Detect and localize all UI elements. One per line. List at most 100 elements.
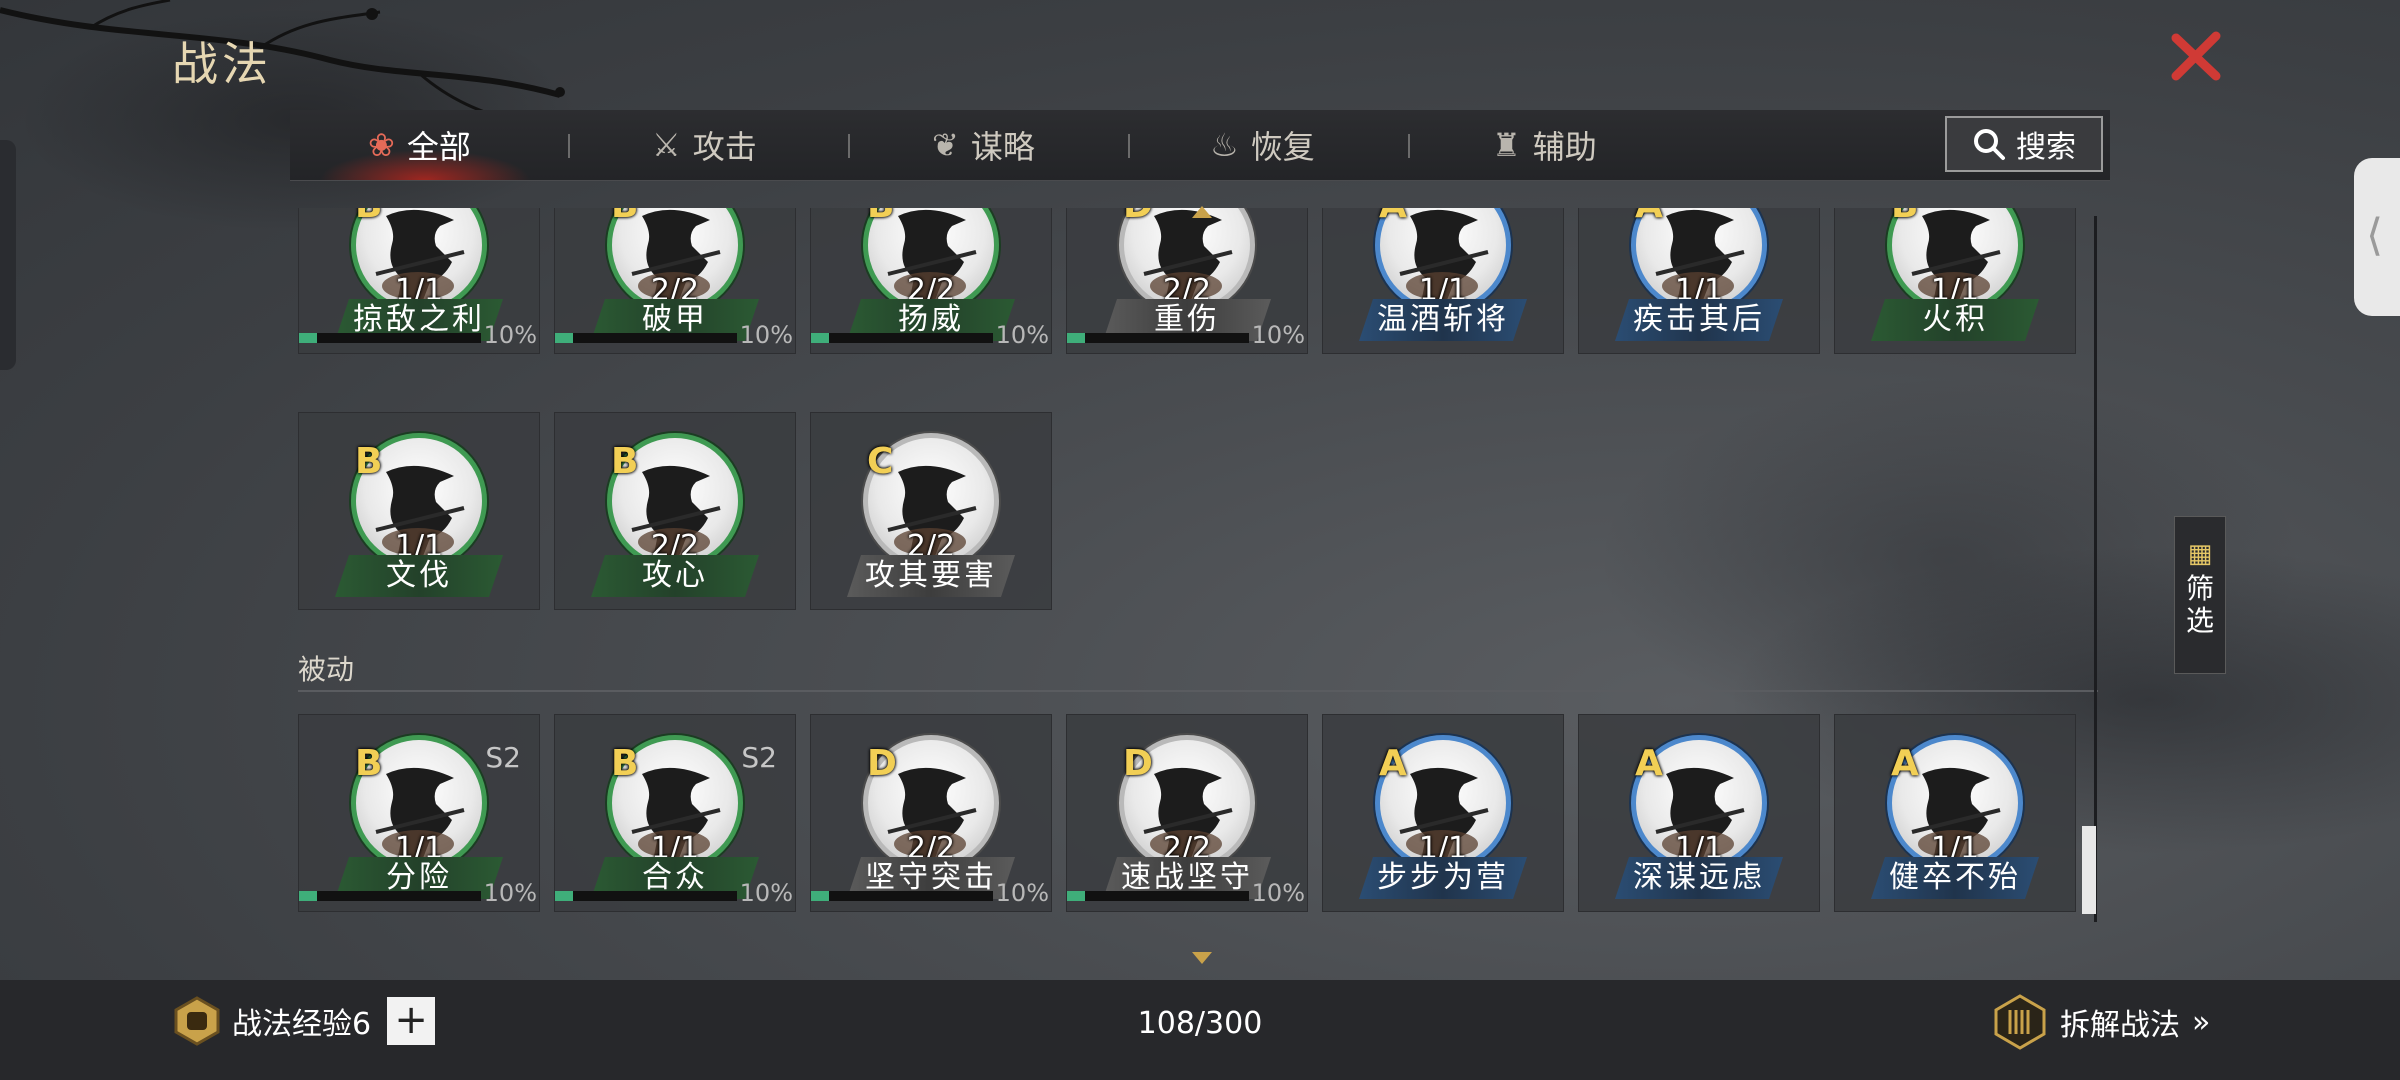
tab-recovery[interactable]: ♨ 恢复: [1210, 110, 1315, 180]
progress-percent: 10%: [1251, 879, 1305, 907]
grade-badge: D: [867, 743, 897, 784]
progress-bar: [811, 333, 993, 343]
tab-label: 辅助: [1532, 128, 1597, 166]
filter-button[interactable]: ▦ 筛选: [2174, 516, 2226, 674]
tab-divider: [568, 134, 570, 158]
feather-fan-icon: ❦: [932, 126, 959, 164]
season-tag: S2: [485, 741, 521, 774]
grade-badge: A: [1635, 208, 1663, 226]
search-button[interactable]: 搜索: [1945, 116, 2103, 172]
tab-divider: [1408, 134, 1410, 158]
tactic-card[interactable]: C 2/2 攻其要害: [810, 412, 1052, 610]
left-edge-handle: [0, 140, 16, 370]
progress-fill: [299, 333, 318, 343]
tab-label: 攻击: [692, 128, 757, 166]
pouch-icon: ♜: [1492, 126, 1521, 164]
filter-label: 筛选: [2185, 572, 2214, 637]
scroll-dismantle-icon: [1994, 994, 2046, 1050]
grade-badge: A: [1635, 743, 1663, 784]
progress-bar: [811, 891, 993, 901]
tactic-name: 火积: [1871, 299, 2039, 341]
progress-percent: 10%: [739, 879, 793, 907]
tab-all[interactable]: ❀ 全部: [368, 110, 471, 180]
tactic-card[interactable]: A 1/1 健卒不殆: [1834, 714, 2076, 912]
progress-bar: [299, 333, 481, 343]
tab-strategy[interactable]: ❦ 谋略: [932, 110, 1035, 180]
progress-percent: 10%: [995, 321, 1049, 349]
tab-divider: [1128, 134, 1130, 158]
tab-label: 全部: [406, 128, 471, 166]
progress-bar: [555, 891, 737, 901]
tactic-card[interactable]: D2/2重伤10%: [1066, 208, 1308, 354]
progress-bar: [1067, 333, 1249, 343]
progress-fill: [555, 891, 574, 901]
tab-label: 恢复: [1250, 128, 1315, 166]
tactic-name: 步步为营: [1359, 857, 1527, 899]
section-label-passive: 被动: [298, 653, 355, 686]
double-chevron-right-icon: »: [2192, 1004, 2211, 1040]
page-title: 战法: [172, 37, 272, 91]
grade-badge: B: [355, 743, 383, 784]
scrollbar-thumb[interactable]: [2082, 826, 2096, 914]
tactic-name: 攻其要害: [847, 555, 1015, 597]
dismantle-label: 拆解战法: [2060, 1008, 2180, 1043]
tactic-card[interactable]: B 2/2 攻心: [554, 412, 796, 610]
tactic-card[interactable]: B1/1火积: [1834, 208, 2076, 354]
tactic-card[interactable]: A1/1温酒斩将: [1322, 208, 1564, 354]
search-label: 搜索: [2016, 130, 2076, 165]
progress-percent: 10%: [483, 321, 537, 349]
tactic-card[interactable]: B2/2扬威10%: [810, 208, 1052, 354]
tactic-card[interactable]: A1/1疾击其后: [1578, 208, 1820, 354]
grade-badge: A: [1379, 743, 1407, 784]
dismantle-tactics-button[interactable]: 拆解战法 »: [1992, 994, 2210, 1050]
tactic-card[interactable]: B2/2破甲10%: [554, 208, 796, 354]
tactic-card[interactable]: B S2 1/1 分险 10%: [298, 714, 540, 912]
progress-fill: [811, 333, 830, 343]
grade-badge: B: [611, 208, 638, 226]
bottom-bar: 战法经验6 + 108/300 拆解战法 »: [0, 980, 2400, 1080]
tactic-name: 深谋远虑: [1615, 857, 1783, 899]
tactic-name: 温酒斩将: [1359, 299, 1527, 341]
tactic-card[interactable]: B 1/1 文伐: [298, 412, 540, 610]
progress-percent: 10%: [995, 879, 1049, 907]
side-drawer-handle[interactable]: ⟨: [2354, 158, 2400, 316]
progress-bar: [299, 891, 481, 901]
grade-badge: B: [611, 743, 639, 784]
tactic-name: 疾击其后: [1615, 299, 1783, 341]
grade-badge: B: [1891, 208, 1918, 226]
tab-attack[interactable]: ⚔ 攻击: [652, 110, 757, 180]
scrollbar-track[interactable]: [2094, 216, 2097, 922]
progress-percent: 10%: [483, 879, 537, 907]
healing-pot-icon: ♨: [1210, 126, 1239, 164]
progress-fill: [299, 891, 318, 901]
progress-fill: [1067, 891, 1086, 901]
grade-badge: B: [867, 208, 894, 226]
tab-support[interactable]: ♜ 辅助: [1492, 110, 1597, 180]
progress-fill: [555, 333, 574, 343]
grade-badge: D: [1123, 208, 1153, 226]
search-icon: [1974, 129, 2005, 160]
grid-filter-icon: ▦: [2187, 539, 2213, 569]
tactic-card[interactable]: A 1/1 深谋远虑: [1578, 714, 1820, 912]
chevron-left-icon: ⟨: [2366, 210, 2384, 261]
progress-percent: 10%: [739, 321, 793, 349]
tactic-card[interactable]: A 1/1 步步为营: [1322, 714, 1564, 912]
tactic-card[interactable]: D 2/2 速战坚守 10%: [1066, 714, 1308, 912]
tab-label: 谋略: [970, 128, 1035, 166]
progress-fill: [811, 891, 830, 901]
scroll-down-marker: [1192, 952, 1212, 964]
close-icon[interactable]: [2166, 26, 2226, 86]
tactic-name: 攻心: [591, 555, 759, 597]
progress-percent: 10%: [1251, 321, 1305, 349]
grade-badge: A: [1891, 743, 1919, 784]
tactics-grid[interactable]: B1/1掠敌之利10%B2/2破甲10%B2/2扬威10%D2/2重伤10%A1…: [298, 208, 2098, 982]
grade-badge: D: [1123, 743, 1153, 784]
grade-badge: B: [355, 208, 382, 226]
tactic-card[interactable]: B1/1掠敌之利10%: [298, 208, 540, 354]
tactic-card[interactable]: D 2/2 坚守突击 10%: [810, 714, 1052, 912]
grade-badge: A: [1379, 208, 1407, 226]
grade-badge: B: [355, 441, 383, 482]
progress-bar: [555, 333, 737, 343]
progress-fill: [1067, 333, 1086, 343]
tactic-card[interactable]: B S2 1/1 合众 10%: [554, 714, 796, 912]
